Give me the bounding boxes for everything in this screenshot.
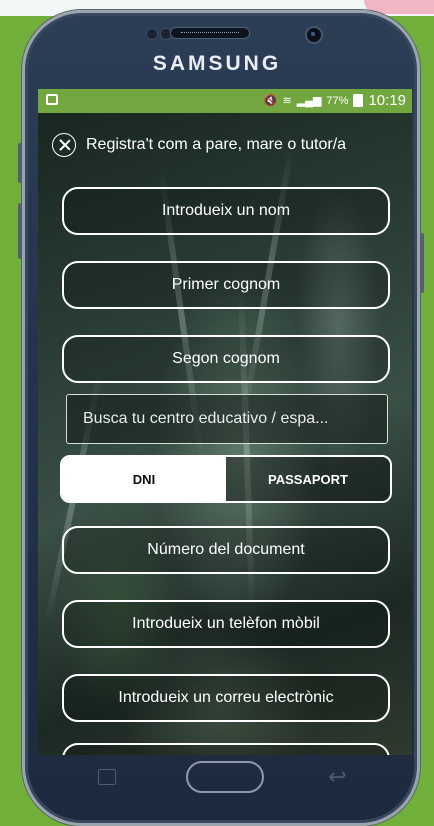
next-field[interactable] <box>62 743 390 755</box>
mobile-phone-field[interactable]: Introdueix un telèfon mòbil <box>62 600 390 648</box>
mute-icon: 🔇 <box>263 95 278 107</box>
hardware-nav-bar: ↩ <box>38 755 412 805</box>
doc-type-passport[interactable]: PASSAPORT <box>226 457 390 501</box>
email-field[interactable]: Introdueix un correu electrònic <box>62 674 390 722</box>
signal-icon: ▂▄▆ <box>296 95 322 107</box>
recent-apps-icon[interactable] <box>98 769 116 785</box>
back-icon[interactable]: ↩ <box>328 765 346 790</box>
wifi-icon: ≋ <box>282 95 292 107</box>
battery-percent: 77% <box>326 94 349 107</box>
page-header: Registra't com a pare, mare o tutor/a <box>52 133 346 157</box>
volume-down-button <box>18 203 22 259</box>
home-button[interactable] <box>186 761 264 793</box>
status-bar: 🔇 ≋ ▂▄▆ 77% 10:19 <box>38 89 412 113</box>
brand-logo: SAMSUNG <box>152 52 282 75</box>
power-button <box>420 233 424 293</box>
earpiece-speaker <box>170 27 250 39</box>
notification-icon <box>46 94 58 105</box>
clock: 10:19 <box>368 92 406 109</box>
battery-icon <box>353 94 364 107</box>
first-surname-field[interactable]: Primer cognom <box>62 261 390 309</box>
proximity-sensor <box>146 28 158 40</box>
document-number-field[interactable]: Número del document <box>62 526 390 574</box>
page-title: Registra't com a pare, mare o tutor/a <box>86 136 347 153</box>
first-name-field[interactable]: Introdueix un nom <box>62 187 390 235</box>
document-type-toggle: DNI PASSAPORT <box>60 455 392 503</box>
front-camera <box>305 26 323 44</box>
screen: 🔇 ≋ ▂▄▆ 77% 10:19 Registra't com a pare,… <box>38 89 412 755</box>
second-surname-field[interactable]: Segon cognom <box>62 335 390 383</box>
close-icon[interactable] <box>52 133 76 157</box>
status-icons: 🔇 ≋ ▂▄▆ 77% 10:19 <box>264 92 406 109</box>
doc-type-dni[interactable]: DNI <box>62 457 226 501</box>
volume-up-button <box>18 143 22 183</box>
school-search-input[interactable]: Busca tu centro educativo / espa... <box>66 394 388 444</box>
